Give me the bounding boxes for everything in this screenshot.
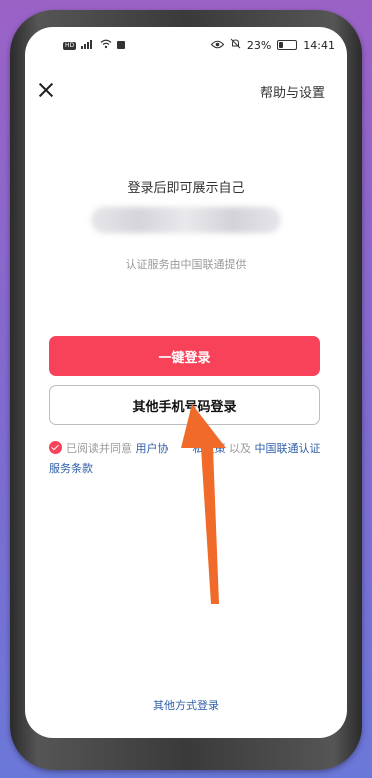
eye-icon	[210, 39, 225, 52]
agreement-prefix: 已阅读并同意	[66, 442, 136, 455]
close-icon[interactable]	[35, 79, 57, 101]
status-right: 23% 14:41	[210, 38, 335, 52]
provider-note: 认证服务由中国联通提供	[125, 258, 247, 271]
status-left: HD	[63, 39, 126, 52]
silent-bell-icon	[230, 38, 241, 52]
battery-icon	[277, 40, 298, 50]
other-login-methods-link[interactable]: 其他方式登录	[25, 697, 347, 713]
login-screen: HD 23% 14:41 帮助与设置 登录后即可展示自己 认证服务由中国联通提供…	[25, 27, 347, 738]
agreement-and: 以及	[225, 442, 255, 455]
clock: 14:41	[303, 38, 335, 52]
one-click-login-button[interactable]: 一键登录	[49, 336, 320, 376]
wifi-icon	[100, 39, 112, 52]
signal-icon	[81, 39, 95, 52]
battery-percent: 23%	[246, 38, 272, 52]
agreement-checkbox[interactable]	[49, 441, 62, 454]
hd-badge: HD	[63, 41, 77, 50]
privacy-policy-link[interactable]: 私政策	[193, 442, 226, 455]
agreement-text: 已阅读并同意 用户协 私政策 以及 中国联通认证服务条款	[49, 439, 324, 479]
other-phone-login-button[interactable]: 其他手机号码登录	[49, 385, 320, 425]
notification-icon	[117, 39, 126, 52]
user-agreement-link[interactable]: 用户协	[136, 442, 169, 455]
status-bar: HD 23% 14:41	[25, 27, 347, 63]
masked-phone-number	[91, 207, 281, 233]
battery-fill	[279, 42, 284, 48]
login-subtitle: 登录后即可展示自己	[127, 181, 245, 196]
help-settings-link[interactable]: 帮助与设置	[260, 82, 325, 101]
